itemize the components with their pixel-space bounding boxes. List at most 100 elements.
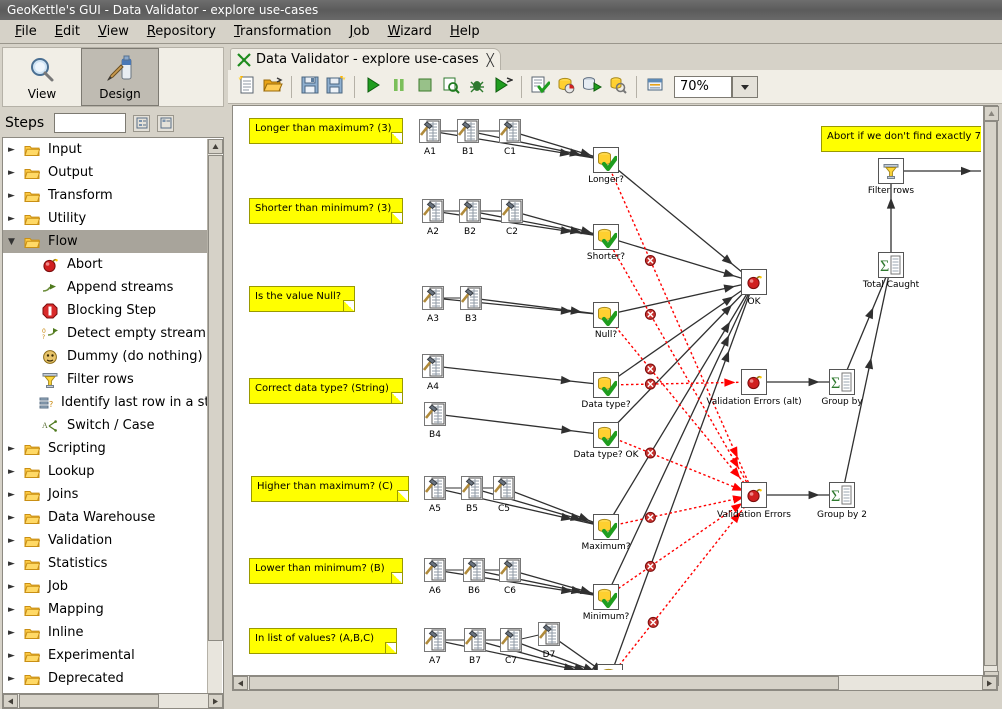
scroll-left-arrow[interactable] [3,694,18,708]
tree-expand-icon[interactable] [133,114,151,132]
sidebar-item-validation[interactable]: ► Validation [3,529,208,552]
sidebar-item-utility[interactable]: ► Utility [3,207,208,230]
canvas-step-a1[interactable]: A1 [419,119,441,157]
sidebar-item-mapping[interactable]: ► Mapping [3,598,208,621]
sidebar-item-identify-last-row-in-a-str[interactable]: ? Identify last row in a str [3,391,215,414]
canvas-step-b7[interactable]: B7 [464,628,486,666]
scroll-right-arrow[interactable] [208,694,223,708]
chevron-right-icon[interactable]: ► [8,168,22,178]
close-icon[interactable]: ╳ [487,53,494,67]
canvas-step-longer[interactable]: Longer? [588,147,624,185]
scrollbar-thumb[interactable] [984,121,997,666]
steps-tree-horizontal-scrollbar[interactable] [2,693,224,709]
chevron-right-icon[interactable]: ► [8,490,22,500]
chevron-right-icon[interactable]: ► [8,559,22,569]
stop-button[interactable] [412,74,438,100]
zoom-level-input[interactable]: 70% [674,75,732,98]
chevron-right-icon[interactable]: ► [8,536,22,546]
canvas-step-b5[interactable]: B5 [461,476,483,514]
chevron-right-icon[interactable]: ► [8,214,22,224]
transformation-canvas[interactable]: Longer than maximum? (3) Shorter than min… [232,105,998,687]
sidebar-item-switch-case[interactable]: A Switch / Case [3,414,208,437]
sidebar-item-transform[interactable]: ► Transform [3,184,208,207]
tree-collapse-icon[interactable] [157,114,175,132]
menu-item-view[interactable]: View [89,22,138,41]
canvas-step-maximum[interactable]: Maximum? [581,514,631,552]
show-grid-button[interactable] [642,74,668,100]
sidebar-item-blocking-step[interactable]: Blocking Step [3,299,208,322]
perspective-design[interactable]: Design [81,48,159,106]
canvas-step-a5[interactable]: A5 [424,476,446,514]
explore-db-button[interactable] [605,74,631,100]
sidebar-item-deprecated[interactable]: ► Deprecated [3,667,208,690]
sidebar-item-lookup[interactable]: ► Lookup [3,460,208,483]
canvas-note[interactable]: Correct data type? (String) [249,378,403,404]
run-button[interactable] [360,74,386,100]
sidebar-item-scripting[interactable]: ► Scripting [3,437,208,460]
canvas-step-validationerrors[interactable]: Validation Errors [717,482,791,520]
scroll-left-arrow[interactable] [233,676,248,690]
impact-analysis-button[interactable] [553,74,579,100]
sidebar-item-dummy-do-nothing[interactable]: Dummy (do nothing) [3,345,208,368]
save-button[interactable] [297,74,323,100]
canvas-step-minimum[interactable]: Minimum? [583,584,629,622]
canvas-vertical-scrollbar[interactable] [983,105,999,687]
steps-tree-vertical-scrollbar[interactable] [207,139,223,708]
chevron-right-icon[interactable]: ► [8,444,22,454]
chevron-right-icon[interactable]: ► [8,467,22,477]
chevron-right-icon[interactable]: ► [8,674,22,684]
menu-item-file[interactable]: File [6,22,46,41]
sql-button[interactable] [579,74,605,100]
canvas-step-ok[interactable]: OK [741,269,767,307]
sidebar-item-detect-empty-stream[interactable]: 0? Detect empty stream [3,322,208,345]
sidebar-item-input[interactable]: ► Input [3,138,208,161]
new-button[interactable] [234,74,260,100]
canvas-step-c1[interactable]: C1 [499,119,521,157]
chevron-right-icon[interactable]: ► [8,191,22,201]
tab-data-validator[interactable]: Data Validator - explore use-cases ╳ [230,48,501,70]
scrollbar-thumb[interactable] [19,694,159,708]
sidebar-item-abort[interactable]: Abort [3,253,208,276]
chevron-down-icon[interactable] [732,75,758,98]
canvas-step-a7[interactable]: A7 [424,628,446,666]
chevron-right-icon[interactable]: ► [8,513,22,523]
chevron-right-icon[interactable]: ► [8,628,22,638]
canvas-horizontal-scrollbar[interactable] [232,675,998,691]
sidebar-item-filter-rows[interactable]: Filter rows [3,368,208,391]
canvas-step-a4[interactable]: A4 [422,354,444,392]
menu-item-help[interactable]: Help [441,22,489,41]
menu-item-repository[interactable]: Repository [138,22,225,41]
canvas-step-datatypeok[interactable]: Data type? OK [573,422,639,460]
pause-button[interactable] [386,74,412,100]
canvas-step-c5[interactable]: C5 [493,476,515,514]
canvas-note[interactable]: Shorter than minimum? (3) [249,198,403,224]
scroll-up-arrow[interactable] [208,139,223,154]
replay-button[interactable] [490,74,516,100]
sidebar-item-joins[interactable]: ► Joins [3,483,208,506]
menu-item-job[interactable]: Job [341,22,379,41]
scroll-right-arrow[interactable] [982,676,997,690]
open-button[interactable] [260,74,286,100]
canvas-step-filterrows[interactable]: Filter rows [868,158,914,196]
scrollbar-thumb[interactable] [208,155,223,641]
menu-item-edit[interactable]: Edit [46,22,89,41]
canvas-step-c7[interactable]: C7 [500,628,522,666]
canvas-step-b1[interactable]: B1 [457,119,479,157]
canvas-step-groupby2[interactable]: Σ Group by 2 [817,482,867,520]
canvas-note[interactable]: Higher than maximum? (C) [251,476,409,502]
canvas-note[interactable]: Lower than minimum? (B) [249,558,403,584]
sidebar-item-output[interactable]: ► Output [3,161,208,184]
chevron-right-icon[interactable]: ► [8,145,22,155]
canvas-step-c6[interactable]: C6 [499,558,521,596]
sidebar-item-append-streams[interactable]: Append streams [3,276,208,299]
sidebar-item-experimental[interactable]: ► Experimental [3,644,208,667]
canvas-step-a3[interactable]: A3 [422,286,444,324]
sidebar-item-flow[interactable]: ▼ Flow [3,230,208,253]
canvas-step-validationerrorsalt[interactable]: Validation Errors (alt) [706,369,802,407]
canvas-step-groupby[interactable]: Σ Group by [821,369,863,407]
chevron-right-icon[interactable]: ► [8,651,22,661]
canvas-note[interactable]: In list of values? (A,B,C) [249,628,397,654]
save-as-button[interactable] [323,74,349,100]
canvas-step-a2[interactable]: A2 [422,199,444,237]
scrollbar-thumb[interactable] [249,676,839,690]
